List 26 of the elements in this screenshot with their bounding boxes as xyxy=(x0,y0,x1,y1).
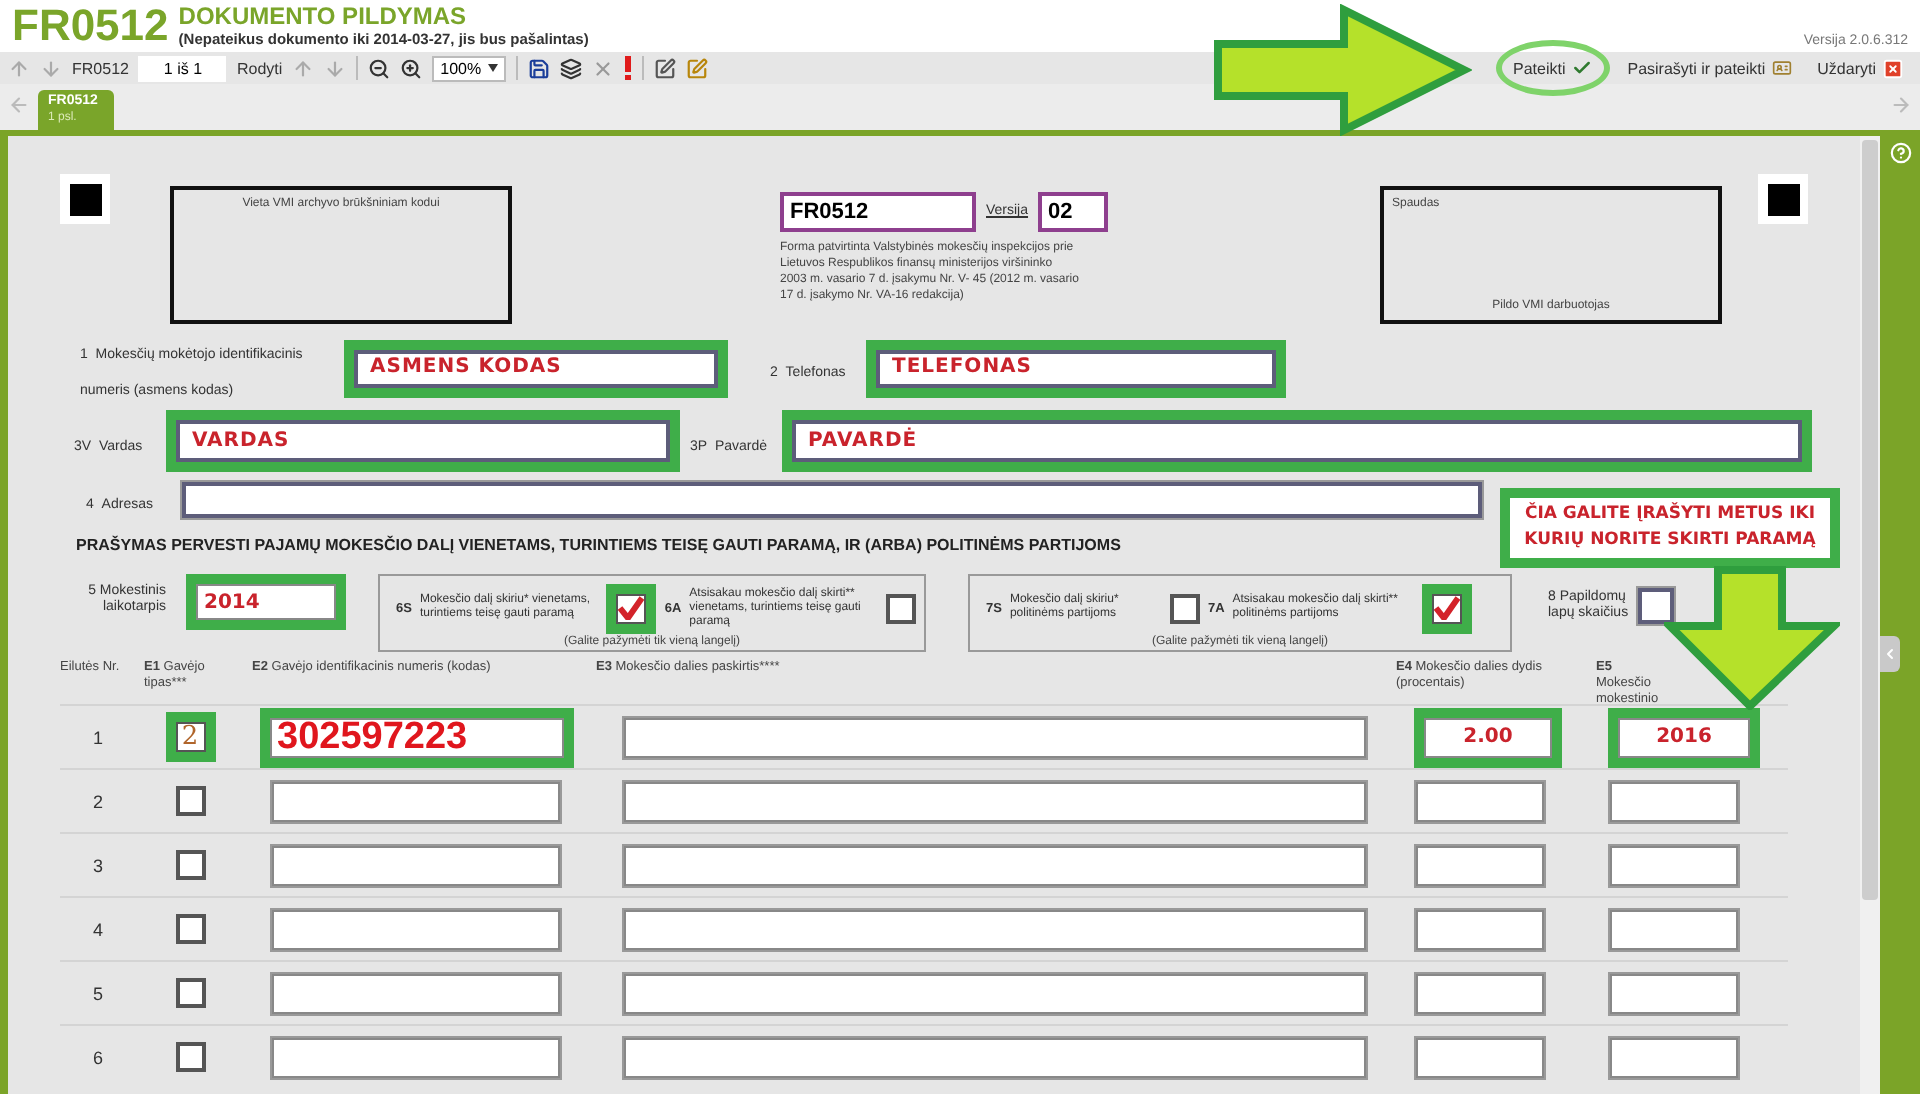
page-title: DOKUMENTO PILDYMAS xyxy=(178,4,469,30)
period-field[interactable]: 2014 xyxy=(186,574,346,630)
sign-button[interactable]: Pasirašyti ir pateikti xyxy=(1619,52,1800,84)
form-code-field[interactable]: FR0512 xyxy=(780,192,976,232)
form-code: FR0512 xyxy=(12,4,169,48)
document-code: FR0512 xyxy=(72,59,129,77)
input-field[interactable]: ASMENS KODAS xyxy=(344,339,728,397)
row-number: 5 xyxy=(90,983,105,1003)
row-number: 1 xyxy=(90,727,105,747)
input-field[interactable]: PAVARDĖ xyxy=(782,410,1812,472)
row-number: 2 xyxy=(90,791,105,811)
section-heading: PRAŠYMAS PERVESTI PAJAMŲ MOKESČIO DALĮ VIENETAMS, TURINTIEMS TEISĘ GAUTI PARAMĄ, IR (ARBA) POLITINĖMS PARTIJOMS xyxy=(76,536,1121,554)
page-field[interactable]: 1 iš 1 xyxy=(138,55,227,81)
input-field[interactable]: 2.00 xyxy=(1414,707,1562,767)
type-field[interactable]: 2 xyxy=(165,712,215,762)
version-field[interactable]: 02 xyxy=(1038,192,1109,232)
row-number: 4 xyxy=(90,919,105,939)
input-field[interactable]: VARDAS xyxy=(166,410,680,472)
input-field[interactable]: 2016 xyxy=(1608,707,1760,767)
show-label: Rodyti xyxy=(236,59,283,77)
row-number: 6 xyxy=(90,1047,105,1067)
zoom-select[interactable]: 100% xyxy=(432,55,506,81)
input-field[interactable]: 302597223 xyxy=(259,707,573,767)
row-number: 3 xyxy=(90,855,105,875)
input-field[interactable]: TELEFONAS xyxy=(866,339,1286,397)
annotation-note: ČIA GALITE ĮRAŠYTI METUS IKI KURIŲ NORITE SKIRTI PARAMĄ xyxy=(1500,488,1840,568)
